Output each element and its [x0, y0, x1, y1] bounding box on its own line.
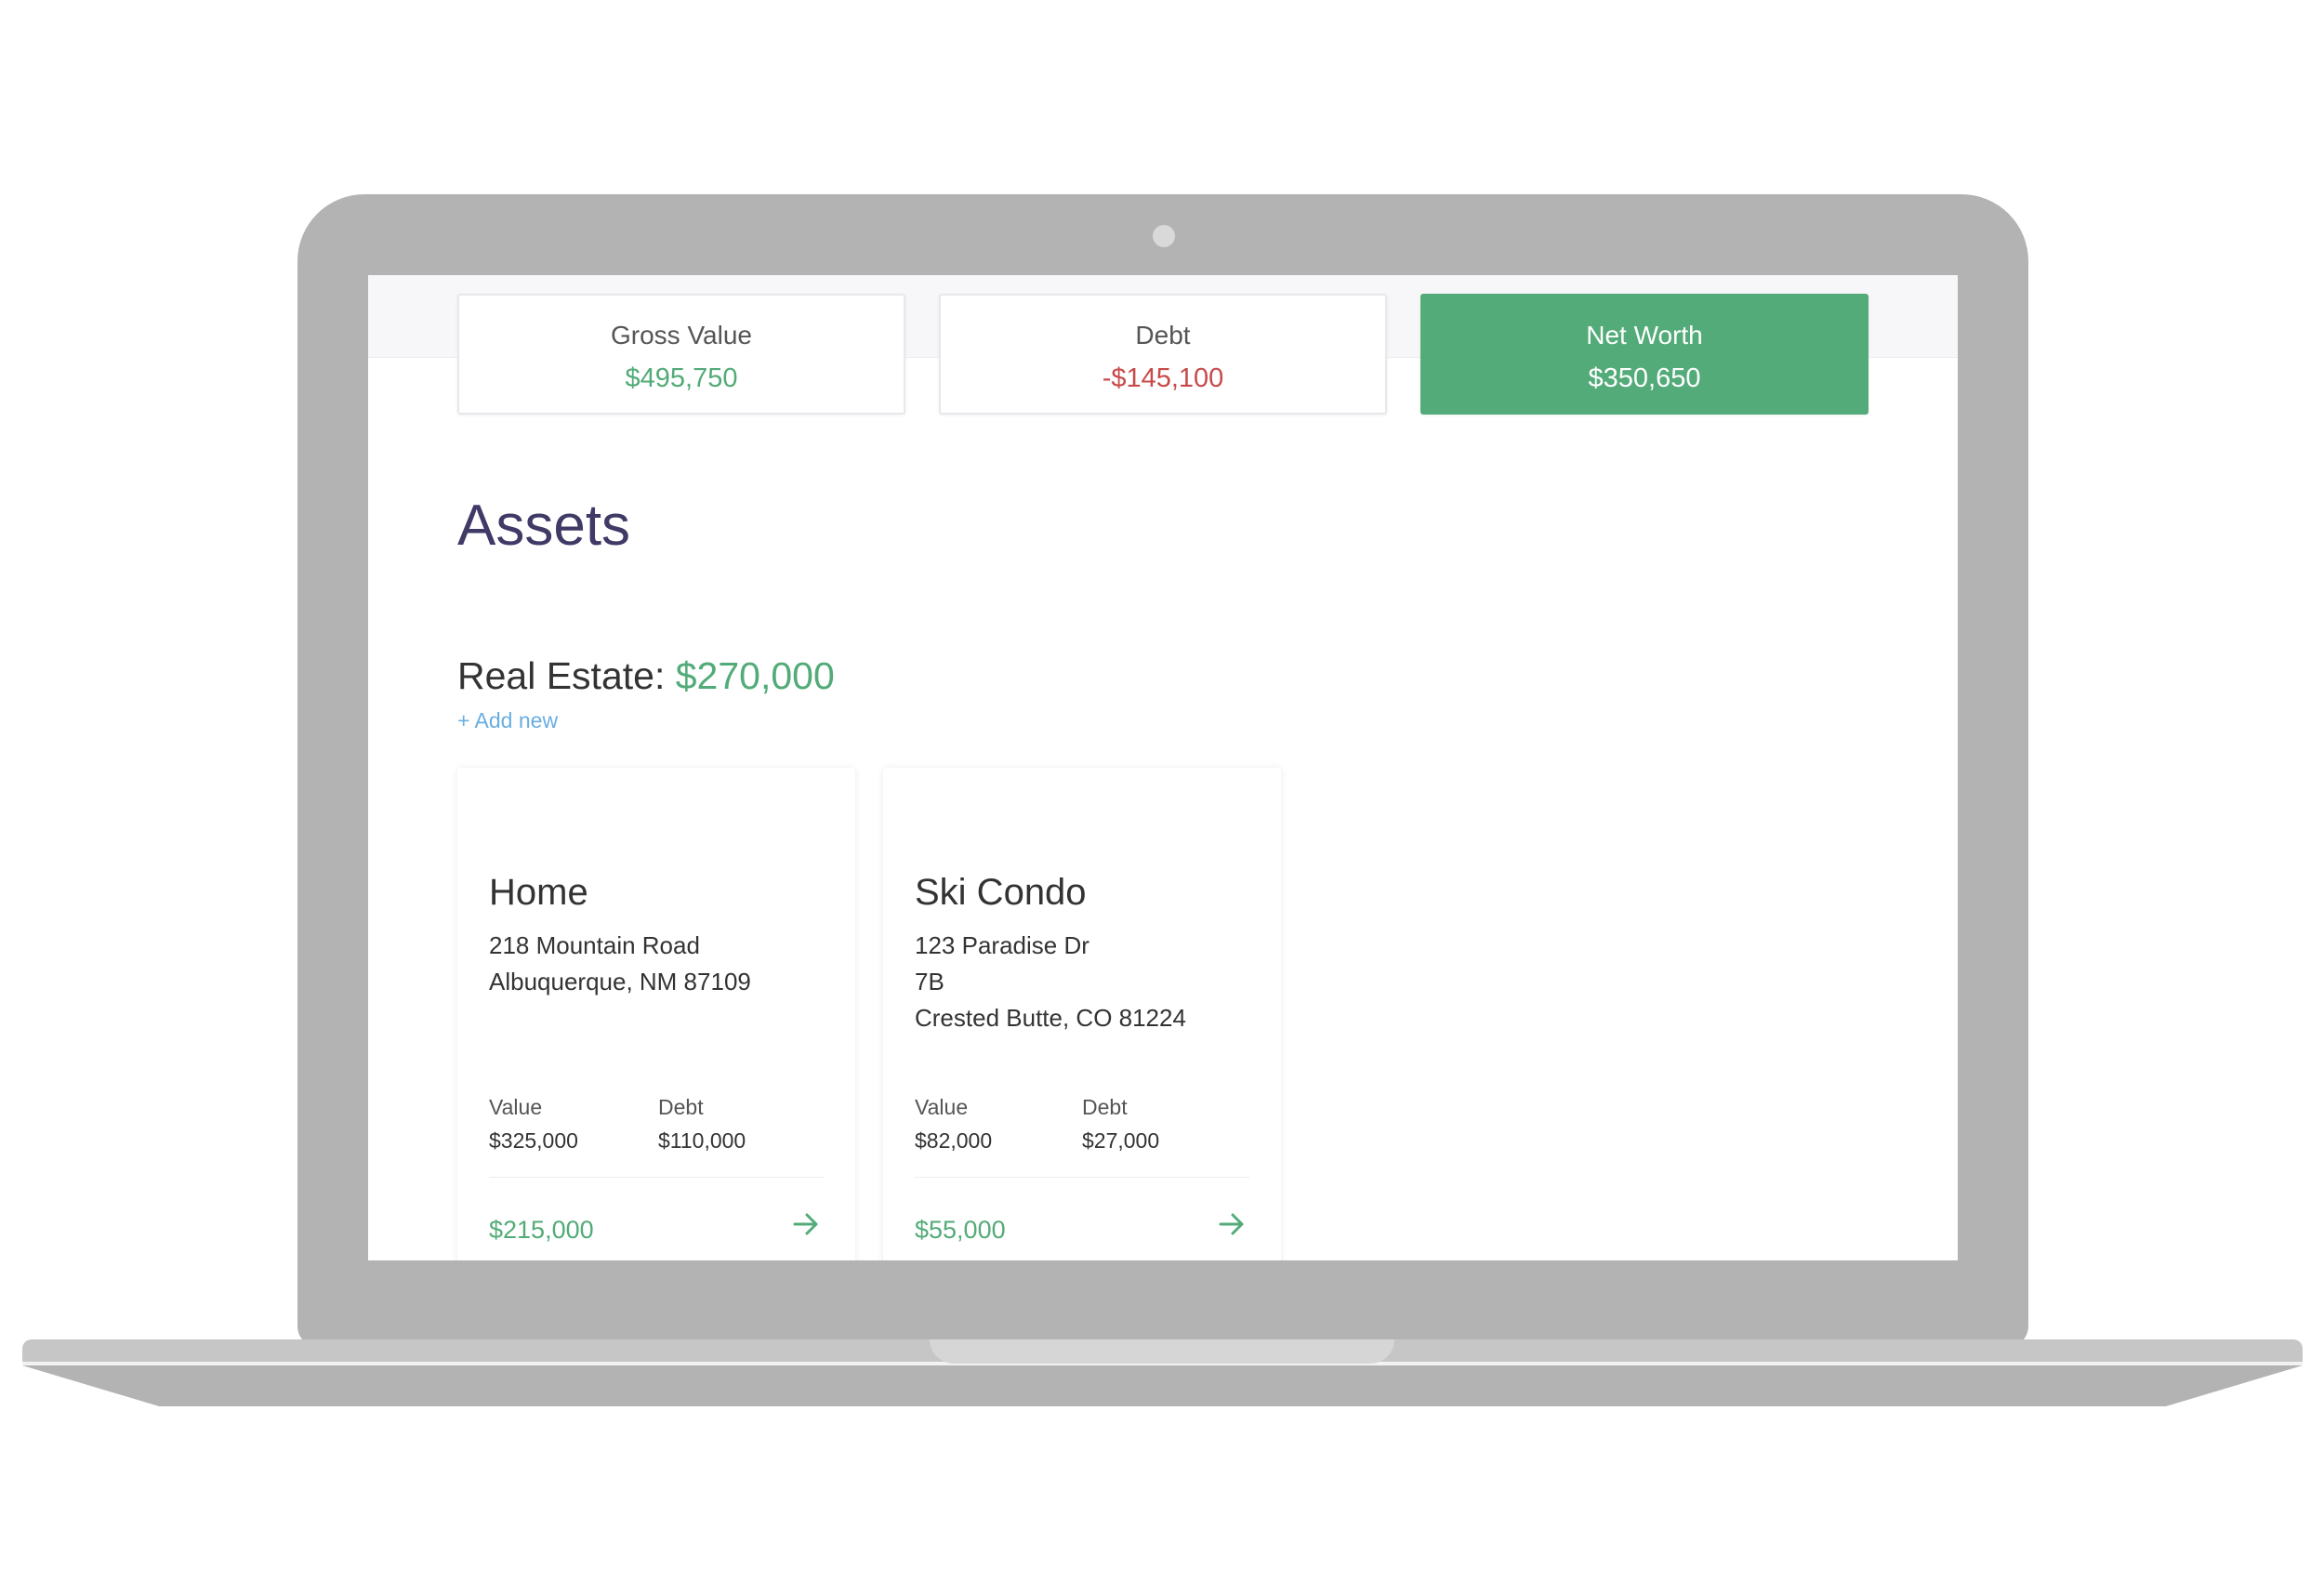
card-divider — [915, 1177, 1249, 1178]
value-amount: $325,000 — [489, 1128, 578, 1153]
net-worth-label: Net Worth — [1586, 321, 1703, 349]
asset-name: Ski Condo — [915, 872, 1087, 913]
address-line-1: 218 Mountain Road — [489, 931, 700, 959]
equity-amount: $55,000 — [915, 1216, 1006, 1244]
real-estate-label: Real Estate: — [457, 654, 666, 697]
value-label: Value — [915, 1095, 969, 1119]
address-line-1: 123 Paradise Dr — [915, 931, 1089, 959]
debt-amount: $110,000 — [658, 1128, 746, 1153]
debt-card[interactable]: Debt -$145,100 — [939, 294, 1387, 415]
net-worth-card[interactable]: Net Worth $350,650 — [1420, 294, 1868, 415]
address-line-3: Crested Butte, CO 81224 — [915, 1004, 1186, 1032]
gross-value-card[interactable]: Gross Value $495,750 — [457, 294, 905, 415]
laptop-camera — [1153, 225, 1175, 247]
asset-card-home[interactable]: Home 218 Mountain Road Albuquerque, NM 8… — [457, 768, 855, 1260]
debt-amount: $27,000 — [1082, 1128, 1160, 1153]
arrow-right-icon[interactable] — [1218, 1210, 1246, 1238]
debt-amount: -$145,100 — [1102, 363, 1224, 393]
equity-amount: $215,000 — [489, 1216, 594, 1244]
debt-label: Debt — [1135, 321, 1191, 349]
app-screen: Gross Value $495,750 Debt -$145,100 Net … — [368, 275, 1958, 1260]
asset-card-ski-condo[interactable]: Ski Condo 123 Paradise Dr 7B Crested But… — [883, 768, 1281, 1260]
page-title: Assets — [457, 494, 631, 558]
add-new-link[interactable]: + Add new — [457, 708, 558, 733]
gross-value-amount: $495,750 — [625, 363, 738, 393]
debt-label: Debt — [1082, 1095, 1128, 1119]
asset-name: Home — [489, 872, 588, 913]
value-amount: $82,000 — [915, 1128, 993, 1153]
card-divider — [489, 1177, 824, 1178]
real-estate-total: $270,000 — [675, 654, 835, 697]
laptop-base-bottom — [22, 1365, 2303, 1406]
gross-value-label: Gross Value — [611, 321, 752, 349]
address-line-2: 7B — [915, 968, 944, 995]
address-line-2: Albuquerque, NM 87109 — [489, 968, 751, 995]
value-label: Value — [489, 1095, 543, 1119]
real-estate-heading: Real Estate: $270,000 — [457, 654, 835, 698]
debt-label: Debt — [658, 1095, 704, 1119]
net-worth-amount: $350,650 — [1588, 363, 1701, 393]
arrow-right-icon[interactable] — [792, 1210, 820, 1238]
laptop-notch — [930, 1339, 1394, 1364]
